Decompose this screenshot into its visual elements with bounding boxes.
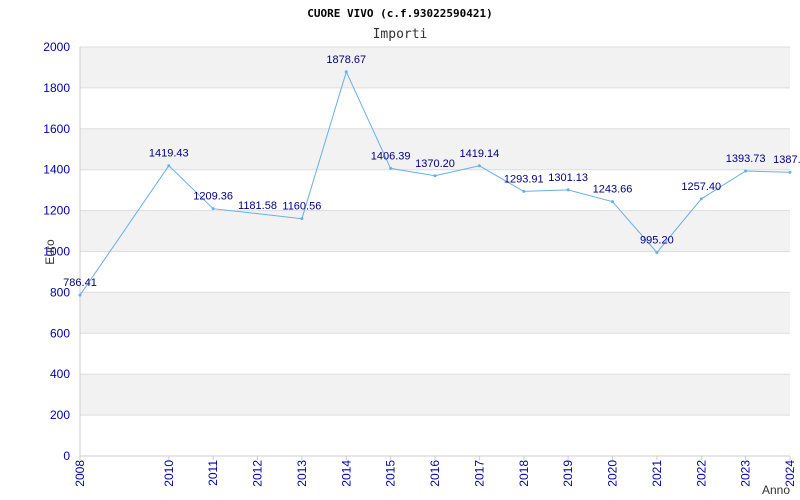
grid-band xyxy=(80,210,790,252)
x-tick-label: 2010 xyxy=(162,460,176,487)
line-chart: 0200400600800100012001400160018002000 20… xyxy=(43,7,800,497)
data-point xyxy=(566,188,570,192)
data-point xyxy=(344,70,348,74)
x-tick-label: 2011 xyxy=(206,460,220,486)
x-tick-label: 2012 xyxy=(251,460,265,487)
y-tick-label: 400 xyxy=(50,367,70,381)
data-label: 1387.8 xyxy=(773,154,800,166)
data-point xyxy=(389,166,393,170)
data-point xyxy=(655,250,659,254)
data-label: 1257.40 xyxy=(681,181,721,193)
x-tick-label: 2022 xyxy=(694,460,708,487)
x-tick-label: 2018 xyxy=(517,460,531,487)
x-tick-label: 2014 xyxy=(339,460,353,487)
x-tick-label: 2019 xyxy=(561,460,575,487)
y-tick-label: 1400 xyxy=(43,163,70,177)
chart-subtitle: Importi xyxy=(373,27,428,42)
x-tick-label: 2008 xyxy=(73,460,87,487)
data-point xyxy=(611,200,614,204)
data-labels: 786.41 1419.43 1209.36 1160.56 1878.67 1406.3… xyxy=(63,54,800,289)
x-tick-label: 2017 xyxy=(472,460,486,487)
data-label: 1370.20 xyxy=(415,158,455,170)
data-point xyxy=(477,164,481,168)
data-label: 1301.13 xyxy=(548,172,588,184)
x-axis-title: Anno xyxy=(762,483,790,497)
x-tick-label: 2015 xyxy=(384,460,398,487)
data-label: 995.20 xyxy=(640,234,674,246)
x-tick-label: 2023 xyxy=(739,460,753,487)
grid-band xyxy=(80,292,790,334)
data-label: 1293.91 xyxy=(504,173,544,185)
y-tick-label: 200 xyxy=(50,408,70,422)
x-tick-label: 2013 xyxy=(295,460,309,487)
y-tick-label: 2000 xyxy=(43,40,70,54)
x-tick-label: 2020 xyxy=(606,460,620,487)
chart-title: CUORE VIVO (c.f.93022590421) xyxy=(307,7,492,20)
y-axis-title: Euro xyxy=(43,239,57,265)
background-bands xyxy=(80,47,790,416)
grid-band xyxy=(80,374,790,416)
data-label: 786.41 xyxy=(63,277,97,289)
y-tick-label: 1200 xyxy=(43,204,70,218)
data-point xyxy=(78,293,82,297)
data-label: 1419.14 xyxy=(459,148,499,160)
data-point xyxy=(699,197,703,201)
data-point xyxy=(167,164,171,168)
data-label: 1406.39 xyxy=(371,150,411,162)
data-label: 1209.36 xyxy=(193,191,233,203)
y-tick-label: 1800 xyxy=(43,81,70,95)
data-point xyxy=(211,207,215,211)
data-point xyxy=(300,217,304,221)
data-point xyxy=(433,174,437,178)
x-tick-labels: 2008 2010 2011 2012 2013 2014 2015 2016 2017 2018… xyxy=(73,456,797,487)
data-point xyxy=(522,189,526,193)
data-label: 1160.56 xyxy=(282,201,321,213)
data-label: 1878.67 xyxy=(326,54,366,66)
y-tick-label: 600 xyxy=(50,326,70,340)
x-tick-label: 2016 xyxy=(428,460,442,487)
data-point xyxy=(744,169,748,173)
data-label: 1243.66 xyxy=(593,184,633,196)
data-point xyxy=(788,170,792,174)
grid-band xyxy=(80,47,790,88)
y-tick-label: 1600 xyxy=(43,122,70,136)
x-tick-label: 2021 xyxy=(650,460,664,487)
data-label: 1181.58 xyxy=(238,200,277,212)
y-tick-label: 0 xyxy=(63,449,70,463)
data-label: 1393.73 xyxy=(726,153,766,165)
data-label: 1419.43 xyxy=(149,148,189,160)
